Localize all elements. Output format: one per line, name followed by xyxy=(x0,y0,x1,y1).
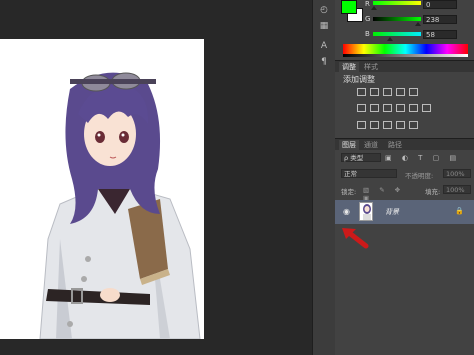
opacity-input[interactable]: 100% xyxy=(443,169,471,178)
blend-mode-select[interactable]: 正常 xyxy=(341,169,397,178)
exposure-icon[interactable] xyxy=(396,88,405,96)
selective-color-icon[interactable] xyxy=(396,121,405,129)
slider-g-thumb[interactable] xyxy=(415,22,421,26)
3d-rotate-icon[interactable]: ◴ xyxy=(317,4,331,16)
right-panels: R 0 G 238 B 58 调整 样式 添加调整 图层 通道 路径 ρ 类型 … xyxy=(335,0,474,355)
character-icon[interactable]: A xyxy=(317,40,331,52)
lock-icons[interactable]: ▧ ✎ ✥ ▣ xyxy=(363,186,415,202)
foreground-color-swatch[interactable] xyxy=(341,0,357,14)
adjustments-tabbar: 调整 样式 xyxy=(335,60,474,72)
brightness-contrast-icon[interactable] xyxy=(357,88,366,96)
adjustment-icons-row-3 xyxy=(357,121,422,131)
channel-mixer-icon[interactable] xyxy=(409,104,418,112)
slider-b-track[interactable] xyxy=(373,32,421,36)
adjustments-title: 添加调整 xyxy=(343,75,375,84)
layer-name[interactable]: 背景 xyxy=(385,207,399,217)
anime-character-image xyxy=(39,72,201,339)
curves-icon[interactable] xyxy=(383,88,392,96)
photo-filter-icon[interactable] xyxy=(396,104,405,112)
tab-channels[interactable]: 通道 xyxy=(361,140,381,150)
posterize-icon[interactable] xyxy=(370,121,379,129)
paragraph-icon[interactable]: ¶ xyxy=(317,56,331,68)
hue-saturation-icon[interactable] xyxy=(357,104,366,112)
slider-g-value[interactable]: 238 xyxy=(423,15,457,24)
black-white-icon[interactable] xyxy=(383,104,392,112)
slider-g-label: G xyxy=(365,15,371,23)
slider-r-label: R xyxy=(365,0,370,8)
color-panel: R 0 G 238 B 58 xyxy=(335,0,474,58)
grayscale-ramp[interactable] xyxy=(343,54,468,57)
lock-icon: 🔒 xyxy=(455,207,464,215)
canvas-area[interactable] xyxy=(0,0,312,355)
threshold-icon[interactable] xyxy=(383,121,392,129)
layer-thumbnail xyxy=(359,202,373,221)
color-spectrum-bar[interactable] xyxy=(343,44,468,54)
slider-r-track[interactable] xyxy=(373,1,421,5)
panel-icon-strip: ◴ ▦ A ¶ xyxy=(312,0,336,355)
tab-layers[interactable]: 图层 xyxy=(339,140,359,150)
color-balance-icon[interactable] xyxy=(370,104,379,112)
tab-paths[interactable]: 路径 xyxy=(385,140,405,150)
slider-r-thumb[interactable] xyxy=(371,6,377,10)
opacity-label: 不透明度: xyxy=(405,172,434,180)
adjustment-icons-row-1 xyxy=(357,88,422,98)
slider-b-value[interactable]: 58 xyxy=(423,30,457,39)
color-lookup-icon[interactable] xyxy=(422,104,431,112)
layers-tabbar: 图层 通道 路径 xyxy=(335,138,474,150)
layer-filter-select[interactable]: ρ 类型 xyxy=(341,153,381,162)
brush-settings-icon[interactable]: ▦ xyxy=(317,20,331,32)
adjustment-icons-row-2 xyxy=(357,104,435,114)
fill-label: 填充: xyxy=(425,188,441,196)
tab-adjustments[interactable]: 调整 xyxy=(339,62,359,72)
eye-icon[interactable]: ◉ xyxy=(343,208,353,216)
layer-filter-icons[interactable]: ▣ ◐ T ▢ ▤ xyxy=(385,154,465,162)
fill-input[interactable]: 100% xyxy=(443,185,471,194)
slider-b-thumb[interactable] xyxy=(387,37,393,41)
lock-label: 锁定: xyxy=(341,188,357,196)
slider-r-value[interactable]: 0 xyxy=(423,0,457,9)
slider-b-label: B xyxy=(365,30,370,38)
slider-g-track[interactable] xyxy=(373,17,421,21)
tab-styles[interactable]: 样式 xyxy=(361,62,381,72)
document-canvas[interactable] xyxy=(0,39,204,339)
invert-icon[interactable] xyxy=(357,121,366,129)
levels-icon[interactable] xyxy=(370,88,379,96)
red-arrow-icon xyxy=(342,228,369,249)
gradient-map-icon[interactable] xyxy=(409,121,418,129)
layer-row[interactable]: ◉ 背景 🔒 xyxy=(335,200,474,224)
vibrance-icon[interactable] xyxy=(409,88,418,96)
